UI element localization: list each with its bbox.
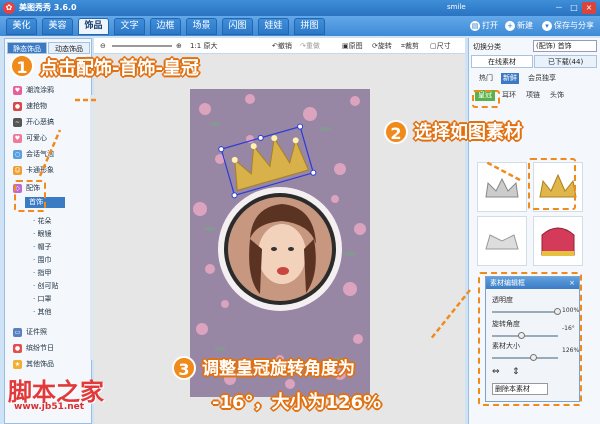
step-2-badge: 2 [384, 120, 408, 144]
step-2-text: 选择如图素材 [414, 122, 522, 143]
step-1-text: 点击配饰-首饰-皇冠 [40, 58, 199, 79]
step-3-text-line2: -16°，大小为126% [212, 392, 382, 413]
watermark-url: www.jb51.net [14, 402, 85, 412]
step-3-badge: 3 [172, 356, 196, 380]
step-3-text-line1: 调整皇冠旋转角度为 [202, 359, 355, 379]
step-1-badge: 1 [10, 54, 34, 78]
